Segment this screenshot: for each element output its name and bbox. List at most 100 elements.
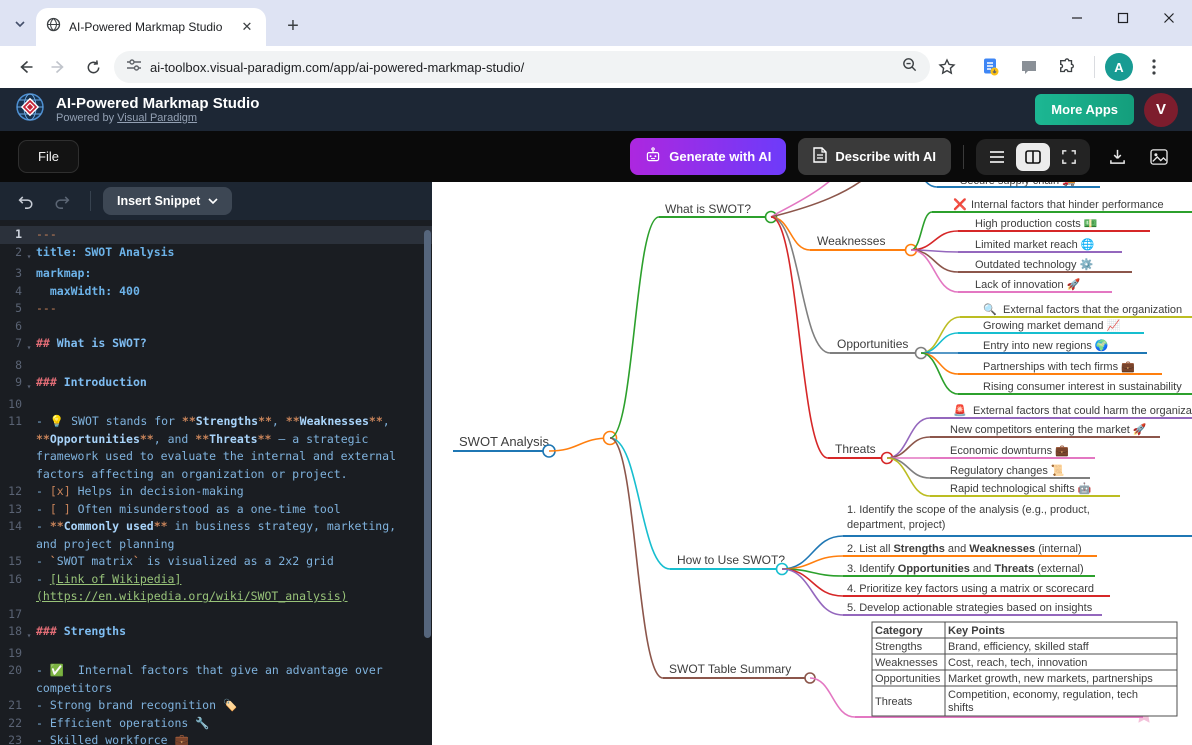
browser-tab[interactable]: AI-Powered Markmap Studio ✕ [36,8,266,46]
editor-line-text[interactable]: --- [36,300,422,318]
editor-line-text[interactable]: - Strong brand recognition 🏷️ [36,697,422,715]
editor-line-text[interactable]: - `SWOT matrix` is visualized as a 2x2 g… [36,553,422,571]
editor-line-text[interactable]: - ✅ Internal factors that give an advant… [36,662,422,697]
fold-arrow-icon[interactable]: ▾ [22,244,36,266]
editor-line-text[interactable]: title: SWOT Analysis [36,244,422,266]
editor-line[interactable]: 21- Strong brand recognition 🏷️ [0,697,432,715]
node-label[interactable]: External factors that the organization [1003,304,1182,316]
editor-line-text[interactable]: ### Strengths [36,623,422,645]
editor-line-text[interactable] [36,606,422,624]
editor-line[interactable]: 4 maxWidth: 400 [0,283,432,301]
editor-line[interactable]: 9▾### Introduction [0,374,432,396]
editor-line[interactable]: 19 [0,645,432,663]
editor-scrollbar[interactable] [424,230,431,638]
fold-arrow-icon[interactable]: ▾ [22,374,36,396]
node-label[interactable]: Weaknesses [817,234,885,248]
editor-line[interactable]: 3markmap: [0,265,432,283]
editor-line[interactable]: 23- Skilled workforce 💼 [0,732,432,745]
node-label[interactable]: Lack of innovation 🚀 [975,278,1081,291]
node-label[interactable]: Partnerships with tech firms 💼 [983,361,1135,373]
export-image-icon[interactable] [1144,142,1174,172]
node-label[interactable]: How to Use SWOT? [677,553,785,567]
editor-line[interactable]: 11- 💡 SWOT stands for **Strengths**, **W… [0,413,432,483]
editor-line-text[interactable] [36,357,422,375]
node-label[interactable]: High production costs 💵 [975,218,1098,230]
editor-line-text[interactable]: - [Link of Wikipedia](https://en.wikiped… [36,571,422,606]
editor-line[interactable]: 13- [ ] Often misunderstood as a one-tim… [0,501,432,519]
editor-line-text[interactable]: - **Commonly used** in business strategy… [36,518,422,553]
editor-line-text[interactable]: ## What is SWOT? [36,335,422,357]
fold-arrow-icon[interactable]: ▾ [22,623,36,645]
editor-line[interactable]: 16- [Link of Wikipedia](https://en.wikip… [0,571,432,606]
editor-line-text[interactable]: maxWidth: 400 [36,283,422,301]
node-label[interactable]: 5. Develop actionable strategies based o… [847,602,1093,614]
node-label[interactable]: External factors that could harm the org… [973,405,1192,417]
node-label[interactable]: Rising consumer interest in sustainabili… [983,381,1182,393]
editor-line[interactable]: 22- Efficient operations 🔧 [0,715,432,733]
editor-line[interactable]: 12- [x] Helps in decision-making [0,483,432,501]
download-icon[interactable] [1102,142,1132,172]
node-label[interactable]: Economic downturns 💼 [950,445,1069,457]
editor-line[interactable]: 14- **Commonly used** in business strate… [0,518,432,553]
editor-line[interactable]: 1--- [0,226,432,244]
window-minimize-button[interactable] [1054,0,1100,36]
node-label[interactable]: What is SWOT? [665,202,751,216]
url-text[interactable]: ai-toolbox.visual-paradigm.com/app/ai-po… [150,60,901,75]
node-label[interactable]: department, project) [847,519,945,531]
more-apps-button[interactable]: More Apps [1035,94,1134,125]
markmap-canvas[interactable]: markmapSWOT AnalysisWhat is SWOT?Secure … [432,182,1192,745]
editor-line-text[interactable]: - [x] Helps in decision-making [36,483,422,501]
node-label[interactable]: SWOT Analysis [459,434,550,449]
zoom-out-icon[interactable] [901,56,918,78]
tab-close-icon[interactable]: ✕ [238,18,256,36]
node-label[interactable]: Limited market reach 🌐 [975,238,1095,251]
back-button-icon[interactable] [8,50,42,84]
editor-line-text[interactable] [36,318,422,336]
tab-search-chevron-icon[interactable] [8,12,32,36]
node-label[interactable]: Growing market demand 📈 [983,319,1120,332]
site-info-tune-icon[interactable] [126,57,142,78]
window-maximize-button[interactable] [1100,0,1146,36]
editor-line[interactable]: 15- `SWOT matrix` is visualized as a 2x2… [0,553,432,571]
insert-snippet-button[interactable]: Insert Snippet [103,187,232,215]
forward-button-icon[interactable] [42,50,76,84]
editor-line[interactable]: 8 [0,357,432,375]
comment-extension-icon[interactable] [1012,50,1046,84]
editor-line-text[interactable]: - [ ] Often misunderstood as a one-time … [36,501,422,519]
node-label[interactable]: Opportunities [837,337,908,351]
node-label[interactable]: New competitors entering the market 🚀 [950,423,1147,436]
node-label[interactable]: Entry into new regions 🌍 [983,339,1109,352]
reload-button-icon[interactable] [76,50,110,84]
editor-line-text[interactable] [36,396,422,414]
editor-line-text[interactable]: --- [36,226,422,244]
generate-with-ai-button[interactable]: Generate with AI [630,138,786,175]
node-label[interactable]: Secure supply chain 🚚 [960,182,1076,187]
node-label[interactable]: 2. List all Strengths and Weaknesses (in… [847,543,1082,555]
window-close-button[interactable] [1146,0,1192,36]
browser-profile-avatar[interactable]: A [1105,53,1133,81]
editor-line[interactable]: 7▾## What is SWOT? [0,335,432,357]
file-menu-button[interactable]: File [18,140,79,173]
editor-line[interactable]: 17 [0,606,432,624]
editor-line[interactable]: 2▾title: SWOT Analysis [0,244,432,266]
editor-line-text[interactable]: ### Introduction [36,374,422,396]
browser-menu-kebab-icon[interactable] [1137,50,1171,84]
editor-line[interactable]: 5--- [0,300,432,318]
node-label[interactable]: 3. Identify Opportunities and Threats (e… [847,563,1084,575]
split-view-button[interactable] [1016,143,1050,171]
extensions-puzzle-icon[interactable] [1050,50,1084,84]
node-label[interactable]: Outdated technology ⚙️ [975,258,1094,271]
fullscreen-view-button[interactable] [1052,143,1086,171]
describe-with-ai-button[interactable]: Describe with AI [798,138,951,175]
code-editor[interactable]: 1---2▾title: SWOT Analysis3markmap:4 max… [0,220,432,745]
address-bar[interactable]: ai-toolbox.visual-paradigm.com/app/ai-po… [114,51,930,83]
user-avatar[interactable]: V [1144,93,1178,127]
editor-line-text[interactable]: - Efficient operations 🔧 [36,715,422,733]
editor-line[interactable]: 20- ✅ Internal factors that give an adva… [0,662,432,697]
docs-extension-icon[interactable] [974,50,1008,84]
editor-line[interactable]: 6 [0,318,432,336]
editor-line[interactable]: 10 [0,396,432,414]
editor-line-text[interactable]: - Skilled workforce 💼 [36,732,422,745]
editor-only-view-button[interactable] [980,143,1014,171]
redo-icon[interactable] [48,186,78,216]
